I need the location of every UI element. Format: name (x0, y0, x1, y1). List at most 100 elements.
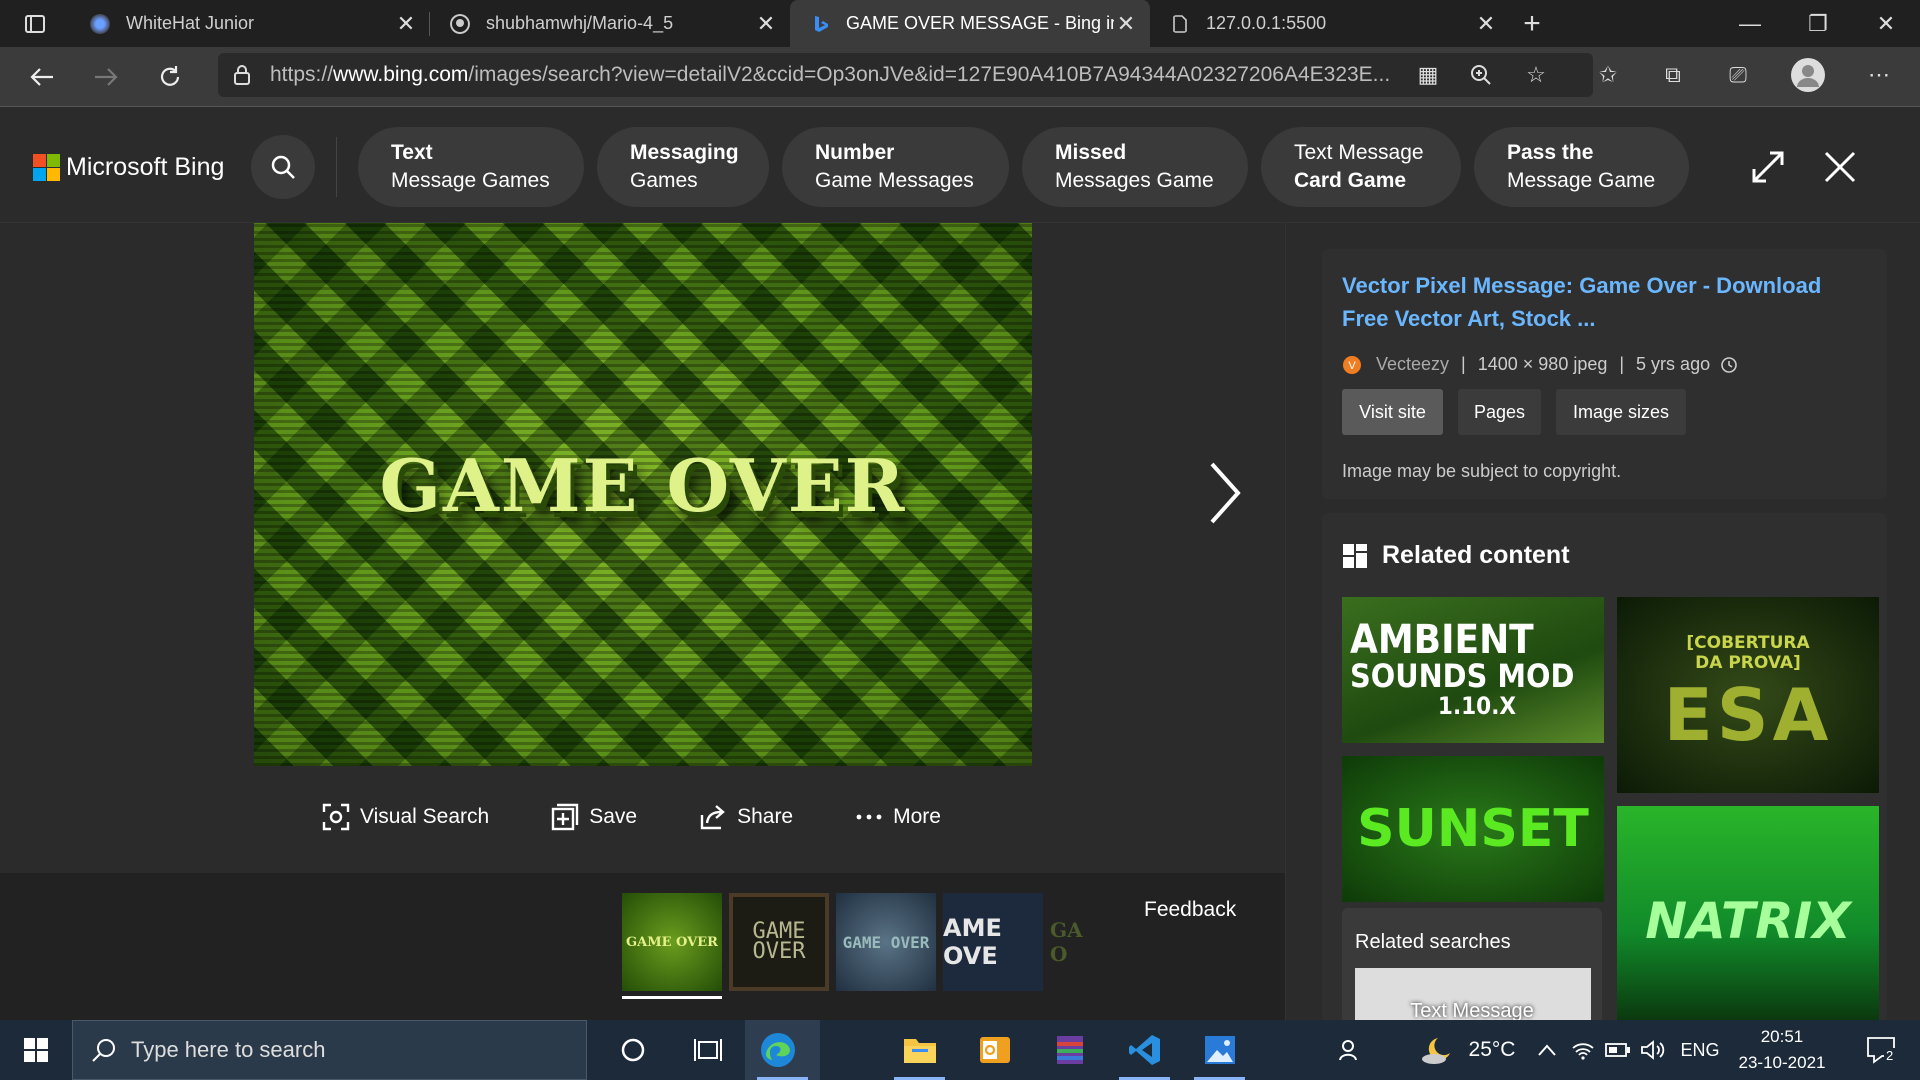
restore-button[interactable]: ❐ (1784, 11, 1852, 37)
expand-button[interactable] (1744, 143, 1792, 191)
logo-text: Microsoft Bing (66, 153, 225, 181)
share-icon (700, 805, 725, 830)
pill-missed-messages-game[interactable]: Missed Messages Game (1022, 127, 1248, 207)
related-image-natrix[interactable]: NATRIX (1617, 806, 1879, 1023)
winrar-button[interactable] (1032, 1020, 1107, 1080)
back-button[interactable] (10, 47, 74, 107)
tab-localhost[interactable]: 127.0.0.1:5500 ✕ (1150, 0, 1510, 47)
search-button[interactable] (251, 135, 315, 199)
back-arrow-icon (30, 67, 53, 86)
share-button[interactable]: Share (699, 803, 793, 831)
bing-logo[interactable]: Microsoft Bing (33, 153, 224, 182)
pill-messaging-games[interactable]: Messaging Games (597, 127, 769, 207)
favorites-icon[interactable]: ✩ (1585, 53, 1631, 97)
pill-number-game-messages[interactable]: Number Game Messages (782, 127, 1009, 207)
settings-more-icon[interactable]: ⋯ (1856, 53, 1902, 97)
details-panel: Vector Pixel Message: Game Over - Downlo… (1285, 223, 1920, 1023)
related-content: Related content AMBIENT SOUNDS MOD 1.10.… (1322, 513, 1887, 1023)
thumbnail[interactable]: GAME OVER (622, 893, 722, 991)
main-image[interactable]: GAME OVER (254, 223, 1032, 766)
file-explorer-button[interactable] (882, 1020, 957, 1080)
refresh-button[interactable] (138, 47, 202, 107)
pages-button[interactable]: Pages (1458, 389, 1541, 435)
new-tab-button[interactable]: + (1510, 7, 1554, 41)
save-button[interactable]: Save (551, 803, 637, 831)
windows-logo-icon (24, 1038, 48, 1062)
minimize-button[interactable]: — (1716, 11, 1784, 37)
tab-github[interactable]: shubhamwhj/Mario-4_5 ✕ (430, 0, 790, 47)
visual-search-button[interactable]: Visual Search (322, 803, 489, 831)
visit-site-button[interactable]: Visit site (1342, 389, 1443, 435)
vscode-button[interactable] (1107, 1020, 1182, 1080)
more-label: More (893, 805, 941, 828)
bing-header: Microsoft Bing Text Message Games Messagi… (0, 107, 1920, 223)
source-link[interactable]: Vecteezy (1376, 354, 1449, 375)
meta-divider: | (1461, 354, 1466, 374)
taskbar-search-box[interactable]: Type here to search (72, 1020, 587, 1080)
share-label: Share (737, 805, 794, 828)
temperature[interactable]: 25°C (1462, 1020, 1522, 1080)
pill-pass-the-message-game[interactable]: Pass the Message Game (1474, 127, 1689, 207)
close-window-button[interactable]: ✕ (1852, 11, 1920, 37)
people-icon[interactable] (1330, 1020, 1370, 1080)
close-tab-icon[interactable]: ✕ (394, 11, 418, 37)
next-image-button[interactable] (1200, 458, 1250, 528)
profile-avatar[interactable] (1785, 53, 1831, 97)
url-bar[interactable]: https://www.bing.com/images/search?view=… (218, 53, 1593, 97)
tab-actions-button[interactable] (0, 0, 70, 47)
copyright-notice: Image may be subject to copyright. (1342, 461, 1622, 481)
more-dots-icon (856, 814, 882, 820)
tab-bing-images[interactable]: GAME OVER MESSAGE - Bing images ✕ (790, 0, 1150, 47)
image-meta: V Vecteezy | 1400 × 980 jpeg | 5 yrs ago (1342, 354, 1738, 375)
volume-icon[interactable] (1638, 1020, 1668, 1080)
outlook-button[interactable] (957, 1020, 1032, 1080)
related-image-esa[interactable]: [COBERTURA DA PROVA] ESA (1617, 597, 1879, 793)
add-favorite-icon[interactable]: ☆ (1513, 53, 1559, 97)
language-indicator[interactable]: ENG (1676, 1020, 1724, 1080)
wifi-icon[interactable] (1568, 1020, 1598, 1080)
pill-text-message-card-game[interactable]: Text Message Card Game (1261, 127, 1461, 207)
photos-button[interactable] (1182, 1020, 1257, 1080)
whitehat-favicon-icon (90, 13, 110, 34)
close-viewer-button[interactable] (1816, 143, 1864, 191)
start-button[interactable] (0, 1020, 72, 1080)
battery-icon[interactable] (1603, 1020, 1633, 1080)
main-image-text: GAME OVER (379, 443, 907, 528)
history-icon (1721, 356, 1737, 373)
edge-taskbar-button[interactable] (745, 1020, 820, 1080)
screen-share-icon[interactable]: ⎚ (1715, 53, 1761, 97)
close-tab-icon[interactable]: ✕ (1114, 11, 1138, 37)
grid-icon (1343, 543, 1367, 568)
thumbnail[interactable]: GA O (1050, 893, 1090, 991)
pill-text-message-games[interactable]: Text Message Games (358, 127, 584, 207)
related-image-ambient-sounds[interactable]: AMBIENT SOUNDS MOD 1.10.X (1342, 597, 1604, 743)
weather-icon[interactable] (1412, 1020, 1462, 1080)
close-tab-icon[interactable]: ✕ (754, 11, 778, 37)
image-title-link[interactable]: Vector Pixel Message: Game Over - Downlo… (1342, 269, 1862, 335)
collections-icon[interactable]: ⧉ (1650, 53, 1696, 97)
feedback-link[interactable]: Feedback (1144, 898, 1236, 922)
clock-time: 20:51 (1760, 1027, 1804, 1046)
thumbnail[interactable]: AME OVE (943, 893, 1043, 991)
related-searches-card[interactable]: Related searches Text Message (1342, 908, 1602, 1023)
more-button[interactable]: More (855, 803, 941, 831)
browser-tab-bar: WhiteHat Junior ✕ shubhamwhj/Mario-4_5 ✕… (0, 0, 1920, 47)
task-view-button[interactable] (670, 1020, 745, 1080)
lock-icon (234, 65, 250, 85)
related-image-sunset[interactable]: SUNSET (1342, 756, 1604, 902)
forward-arrow-icon (95, 67, 118, 86)
forward-button[interactable] (74, 47, 138, 107)
immersive-reader-icon[interactable]: ▦ (1405, 53, 1451, 97)
clock[interactable]: 20:51 23-10-2021 (1730, 1020, 1834, 1080)
bing-icon (815, 15, 828, 32)
show-hidden-icons-icon[interactable] (1532, 1020, 1562, 1080)
url-text: https://www.bing.com/images/search?view=… (270, 63, 1391, 86)
notifications-button[interactable]: 2 (1856, 1020, 1906, 1080)
thumbnail[interactable]: GAME OVER (836, 893, 936, 991)
close-tab-icon[interactable]: ✕ (1474, 11, 1498, 37)
thumbnail[interactable]: GAME OVER (729, 893, 829, 991)
image-sizes-button[interactable]: Image sizes (1556, 389, 1686, 435)
cortana-button[interactable] (595, 1020, 670, 1080)
tab-whitehat[interactable]: WhiteHat Junior ✕ (70, 0, 430, 47)
zoom-icon[interactable] (1458, 53, 1504, 97)
